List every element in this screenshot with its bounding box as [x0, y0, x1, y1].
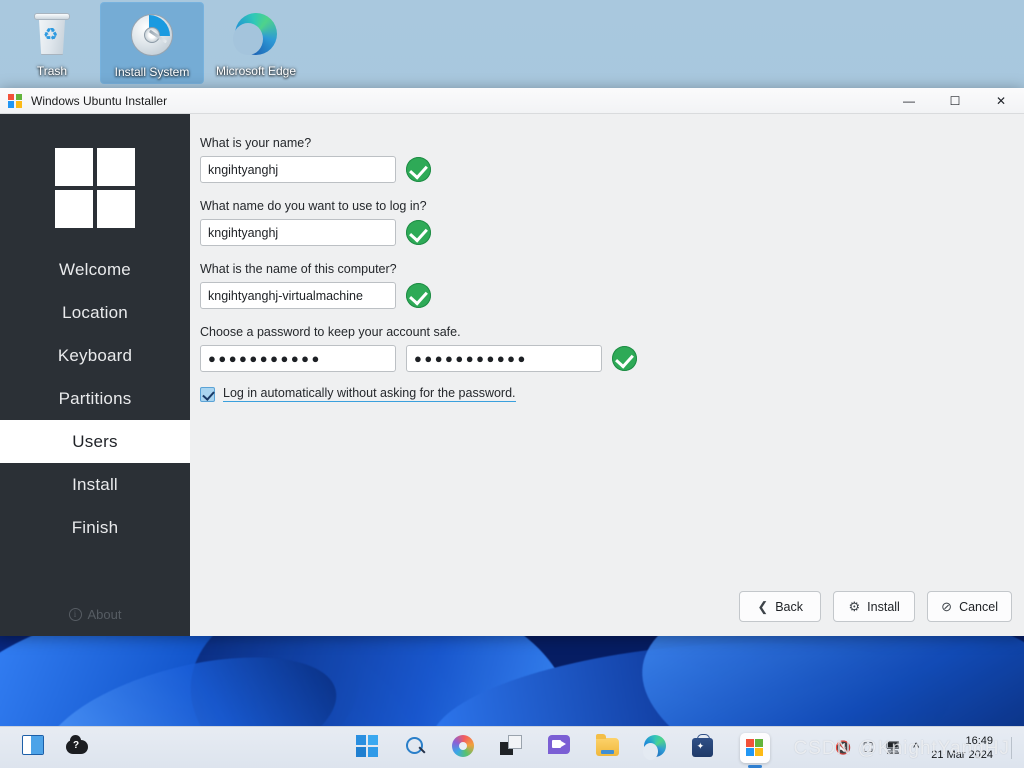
minimize-icon: —: [903, 94, 915, 108]
install-gear-icon: ⚙: [849, 600, 861, 613]
fullname-label: What is your name?: [200, 136, 1024, 150]
sidebar-item-location[interactable]: Location: [0, 291, 190, 334]
info-circle-icon: i: [69, 608, 82, 621]
window-controls: — ☐ ✕: [886, 88, 1024, 114]
desktop: ♻ Trash Install System Microsoft Edge Wi…: [0, 0, 1024, 768]
taskbar: ? ✦: [0, 726, 1024, 768]
users-page: What is your name? What name do you want…: [190, 114, 1024, 636]
microsoft-logo-icon: [8, 94, 22, 108]
clock-date: 21 Mar 2024: [931, 748, 993, 762]
show-hidden-icons-chevron[interactable]: ^: [913, 741, 919, 754]
fullname-input[interactable]: [200, 156, 396, 183]
sidebar-item-label: Location: [62, 303, 128, 323]
sidebar-item-install[interactable]: Install: [0, 463, 190, 506]
search-icon[interactable]: [404, 735, 430, 761]
desktop-icon-install-system[interactable]: Install System: [100, 2, 204, 84]
chevron-left-icon: ❮: [757, 600, 768, 613]
speaker-muted-icon[interactable]: 🔇: [835, 741, 851, 754]
notification-divider: [1011, 737, 1012, 759]
window-title: Windows Ubuntu Installer: [31, 94, 167, 108]
close-button[interactable]: ✕: [978, 88, 1024, 114]
installer-sidebar: Welcome Location Keyboard Partitions Use…: [0, 114, 190, 636]
password-row: [200, 345, 1024, 372]
sidebar-item-label: Finish: [72, 518, 119, 538]
widgets-panel-icon[interactable]: [22, 735, 48, 761]
installer-window: Windows Ubuntu Installer — ☐ ✕: [0, 88, 1024, 636]
sidebar-item-label: Install: [72, 475, 118, 495]
installer-app-icon[interactable]: [740, 733, 770, 763]
back-button-label: Back: [775, 600, 803, 614]
disc-icon: [128, 11, 176, 59]
microsoft-store-icon[interactable]: ✦: [692, 735, 718, 761]
sidebar-item-label: Partitions: [59, 389, 132, 409]
about-label: About: [88, 607, 122, 622]
autologin-row[interactable]: Log in automatically without asking for …: [200, 386, 1024, 402]
sidebar-item-users[interactable]: Users: [0, 420, 190, 463]
sidebar-item-partitions[interactable]: Partitions: [0, 377, 190, 420]
desktop-icon-label: Microsoft Edge: [204, 64, 308, 78]
desktop-icon-trash[interactable]: ♻ Trash: [0, 2, 104, 82]
back-button[interactable]: ❮ Back: [739, 591, 821, 622]
password-input[interactable]: [200, 345, 396, 372]
desktop-icon-label: Trash: [0, 64, 104, 78]
username-label: What name do you want to use to log in?: [200, 199, 1024, 213]
password-label: Choose a password to keep your account s…: [200, 325, 1024, 339]
about-link[interactable]: i About: [0, 607, 190, 622]
minimize-button[interactable]: —: [886, 88, 932, 114]
username-input[interactable]: [200, 219, 396, 246]
file-explorer-icon[interactable]: [596, 735, 622, 761]
hostname-input[interactable]: [200, 282, 396, 309]
fullname-valid-check-circle-icon: [406, 157, 431, 182]
hostname-row: [200, 282, 1024, 309]
sidebar-item-finish[interactable]: Finish: [0, 506, 190, 549]
username-row: [200, 219, 1024, 246]
desktop-icon-label: Install System: [101, 65, 203, 79]
copilot-icon[interactable]: [452, 735, 478, 761]
task-view-icon[interactable]: [500, 735, 526, 761]
weather-cloud-icon[interactable]: ?: [66, 735, 92, 761]
sidebar-item-keyboard[interactable]: Keyboard: [0, 334, 190, 377]
installer-footer: ❮ Back ⚙ Install ⊘ Cancel: [739, 591, 1012, 622]
close-icon: ✕: [996, 94, 1006, 108]
edge-icon[interactable]: [644, 735, 670, 761]
trash-icon: ♻: [28, 10, 76, 58]
desktop-icon-microsoft-edge[interactable]: Microsoft Edge: [204, 2, 308, 82]
edge-icon: [232, 10, 280, 58]
install-button-label: Install: [867, 600, 900, 614]
wallpaper: [0, 636, 1024, 732]
clock-time: 16:49: [931, 734, 993, 748]
password-valid-check-circle-icon: [612, 346, 637, 371]
username-valid-check-circle-icon: [406, 220, 431, 245]
autologin-label[interactable]: Log in automatically without asking for …: [223, 386, 516, 402]
sidebar-item-label: Welcome: [59, 260, 131, 280]
fullname-row: [200, 156, 1024, 183]
maximize-button[interactable]: ☐: [932, 88, 978, 114]
sidebar-item-welcome[interactable]: Welcome: [0, 248, 190, 291]
cancel-button[interactable]: ⊘ Cancel: [927, 591, 1012, 622]
sidebar-item-label: Keyboard: [58, 346, 132, 366]
chat-icon[interactable]: [548, 735, 574, 761]
network-icon[interactable]: 🖥: [885, 741, 902, 754]
maximize-icon: ☐: [950, 94, 961, 108]
start-button-icon[interactable]: [356, 735, 382, 761]
clock[interactable]: 16:49 21 Mar 2024: [931, 734, 999, 762]
hostname-valid-check-circle-icon: [406, 283, 431, 308]
prohibition-icon: ⊘: [941, 600, 952, 613]
window-titlebar[interactable]: Windows Ubuntu Installer — ☐ ✕: [0, 88, 1024, 114]
cancel-button-label: Cancel: [959, 600, 998, 614]
password-confirm-input[interactable]: [406, 345, 602, 372]
sidebar-item-label: Users: [72, 432, 117, 452]
hostname-label: What is the name of this computer?: [200, 262, 1024, 276]
windows-squares-logo-icon: [55, 148, 135, 228]
usb-device-icon[interactable]: ⛶: [864, 741, 873, 754]
install-button[interactable]: ⚙ Install: [833, 591, 915, 622]
autologin-checkbox[interactable]: [200, 387, 215, 402]
